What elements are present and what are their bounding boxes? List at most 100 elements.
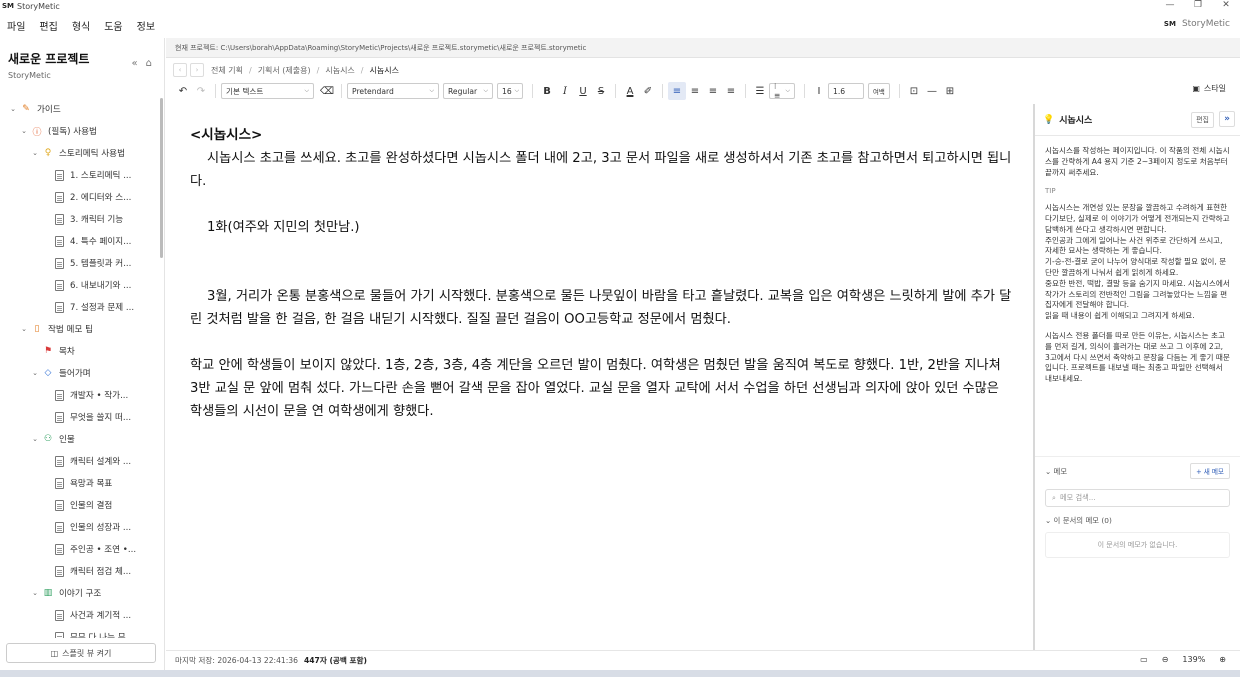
menu-format[interactable]: 형식 — [65, 18, 97, 33]
align-center-icon[interactable]: ≡ — [686, 82, 704, 100]
new-memo-button[interactable]: + 새 메모 — [1190, 463, 1230, 479]
zoom-out-icon[interactable]: ⊖ — [1162, 655, 1169, 664]
highlight-icon[interactable]: ✐ — [639, 82, 657, 100]
doc-memo-label: 이 문서의 메모 (0) — [1053, 516, 1112, 525]
menu-file[interactable]: 파일 — [0, 18, 32, 33]
tree-item[interactable]: ⌄ ◇ 들어가며 — [0, 362, 160, 384]
chevron-down-icon[interactable]: ⌄ — [30, 589, 40, 597]
tree-item[interactable]: ⌄ ⓘ (필독) 사용법 — [0, 120, 160, 142]
tree-item[interactable]: 캐릭터 점검 체... — [0, 560, 160, 582]
undo-icon[interactable]: ↶ — [174, 82, 192, 100]
restore-button[interactable]: ❐ — [1184, 0, 1212, 12]
tree-item[interactable]: 1. 스토리메틱 ... — [0, 164, 160, 186]
tree-item[interactable]: 3. 캐릭터 기능 — [0, 208, 160, 230]
editor-area[interactable]: <시놉시스> 시놉시스 초고를 쓰세요. 초고를 완성하셨다면 시놉시스 폴더 … — [166, 104, 1032, 650]
tree-item[interactable]: 7. 설정과 문제 ... — [0, 296, 160, 318]
tip-text: 주인공과 그에게 일어나는 사건 위주로 간단하게 쓰시고, 자세한 묘사는 생… — [1045, 235, 1223, 256]
chevron-down-icon[interactable]: ⌄ — [19, 127, 29, 135]
underline-icon[interactable]: U — [574, 82, 592, 100]
font-weight-select[interactable]: Regular ⌵ — [443, 83, 493, 99]
font-family-select[interactable]: Pretendard ⌵ — [347, 83, 439, 99]
align-justify-icon[interactable]: ≡ — [722, 82, 740, 100]
tree-item[interactable]: 인물의 성장과 ... — [0, 516, 160, 538]
bullet-list-icon[interactable]: ☰ — [751, 82, 769, 100]
tree-item[interactable]: ⌄ ⚇ 인물 — [0, 428, 160, 450]
close-button[interactable]: ✕ — [1212, 0, 1240, 12]
numbered-list-select[interactable]: ⁝≡ ⌵ — [769, 82, 795, 100]
table-icon[interactable]: ⊞ — [941, 82, 959, 100]
bold-icon[interactable]: B — [538, 82, 556, 100]
redo-icon[interactable]: ↷ — [192, 82, 210, 100]
minimize-button[interactable]: — — [1156, 0, 1184, 12]
line-height-input[interactable]: 1.6 — [828, 83, 864, 99]
chevron-down-icon: ⌵ — [429, 87, 434, 94]
paragraph: 3월, 거리가 온통 분홍색으로 물들어 가기 시작했다. 분홍색으로 물든 나… — [190, 289, 1012, 327]
tree-item[interactable]: 욕망과 목표 — [0, 472, 160, 494]
split-view-button[interactable]: ◫ 스플릿 뷰 켜기 — [6, 643, 156, 663]
chevron-down-icon[interactable]: ⌄ — [19, 325, 29, 333]
last-saved: 마지막 저장: 2026-04-13 22:41:36 — [175, 656, 298, 665]
forward-button[interactable]: › — [190, 63, 204, 77]
tree-item[interactable]: 주인공 • 조연 •... — [0, 538, 160, 560]
tree-item[interactable]: 6. 내보내기와 ... — [0, 274, 160, 296]
chevron-down-icon[interactable]: ⌄ — [30, 369, 40, 377]
memo-toggle[interactable]: ⌄ 메모 — [1045, 466, 1067, 477]
tree-item[interactable]: 인물의 결점 — [0, 494, 160, 516]
chevron-down-icon[interactable]: ⌄ — [30, 149, 40, 157]
image-icon[interactable]: ⊡ — [905, 82, 923, 100]
back-button[interactable]: ‹ — [173, 63, 187, 77]
breadcrumb-item[interactable]: 기획서 (제출용) — [258, 65, 311, 76]
menu-help[interactable]: 도움 — [97, 18, 129, 33]
font-size-select[interactable]: 16 ⌵ — [497, 83, 523, 99]
tree-item[interactable]: 4. 특수 페이지... — [0, 230, 160, 252]
monitor-icon[interactable]: ▭ — [1140, 655, 1148, 664]
collapse-panel-button[interactable]: » — [1219, 111, 1235, 127]
chevron-down-icon[interactable]: ⌄ — [30, 435, 40, 443]
tree-item[interactable]: 무엇을 쓸지 떠... — [0, 406, 160, 428]
toolbar-divider — [215, 84, 216, 98]
memo-search-field[interactable]: ⌕ 메모 검색... — [1045, 489, 1230, 507]
spacing-button[interactable]: 여백 — [868, 83, 890, 99]
tree-item[interactable]: 무무 다 나는 무... — [0, 626, 160, 638]
style-panel-label: 스타일 — [1203, 84, 1226, 93]
paragraph-style-select[interactable]: 기본 텍스트 ⌵ — [221, 83, 314, 99]
tree-item[interactable]: 사건과 계기적 ... — [0, 604, 160, 626]
tree-item[interactable]: 캐릭터 설계와 ... — [0, 450, 160, 472]
sidebar-scrollbar[interactable] — [160, 98, 163, 258]
home-icon[interactable]: ⌂ — [146, 58, 152, 69]
tree-item[interactable]: ⌄ ♀ 스토리메틱 사용법 — [0, 142, 160, 164]
line-height-icon[interactable]: Ι — [810, 82, 828, 100]
doc-memo-toggle[interactable]: ⌄ 이 문서의 메모 (0) — [1045, 515, 1230, 526]
align-right-icon[interactable]: ≡ — [704, 82, 722, 100]
tree-item[interactable]: ⌄ ▯ 작법 메모 팁 — [0, 318, 160, 340]
clear-format-icon[interactable]: ⌫ — [318, 82, 336, 100]
menu-edit[interactable]: 편집 — [32, 18, 64, 33]
tree-item[interactable]: 5. 템플릿과 커... — [0, 252, 160, 274]
style-panel-button[interactable]: ▣ 스타일 — [1192, 83, 1226, 94]
collapse-sidebar-icon[interactable]: « — [132, 58, 138, 69]
breadcrumb-item[interactable]: 시놉시스 — [325, 65, 354, 76]
menu-info[interactable]: 정보 — [130, 18, 162, 33]
document-icon — [55, 565, 64, 577]
document-icon — [55, 191, 64, 203]
tree-item[interactable]: ⌄ ▥ 이야기 구조 — [0, 582, 160, 604]
chevron-down-icon: ⌵ — [514, 87, 520, 94]
breadcrumb-item[interactable]: 전체 기획 — [211, 65, 243, 76]
zoom-in-icon[interactable]: ⊕ — [1219, 655, 1226, 664]
chevron-down-icon[interactable]: ⌄ — [8, 105, 18, 113]
tree-item-label: 캐릭터 점검 체... — [70, 567, 132, 577]
horizontal-rule-icon[interactable]: — — [923, 82, 941, 100]
text-color-icon[interactable]: A — [621, 82, 639, 100]
paragraph-style-value: 기본 텍스트 — [226, 86, 264, 96]
strikethrough-icon[interactable]: S — [592, 82, 610, 100]
tree-item[interactable]: ⌄ ✎ 가이드 — [0, 98, 160, 120]
tree-item[interactable]: 개발자 • 작가... — [0, 384, 160, 406]
document-body[interactable]: <시놉시스> 시놉시스 초고를 쓰세요. 초고를 완성하셨다면 시놉시스 폴더 … — [190, 124, 1012, 423]
align-left-icon[interactable]: ≡ — [668, 82, 686, 100]
document-icon — [55, 609, 64, 621]
italic-icon[interactable]: I — [556, 82, 574, 100]
tree-item[interactable]: ⚑ 목차 — [0, 340, 160, 362]
brand: SM StoryMetic — [1164, 19, 1230, 29]
panel-edit-button[interactable]: 편집 — [1191, 112, 1214, 128]
tree-item[interactable]: 2. 에디터와 스... — [0, 186, 160, 208]
